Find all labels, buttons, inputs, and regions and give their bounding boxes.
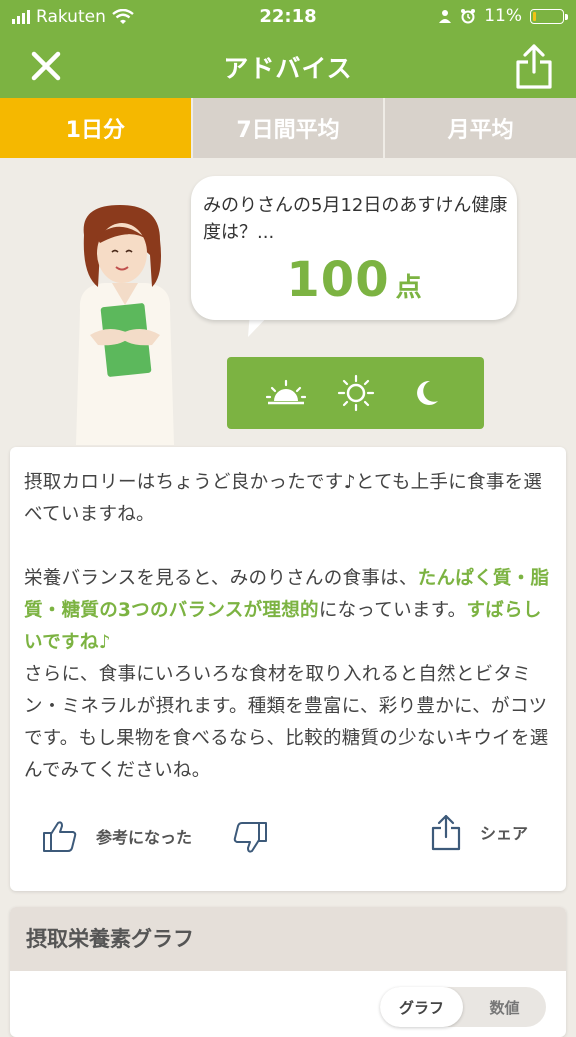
share-label: シェア (480, 824, 529, 843)
not-helpful-button[interactable] (232, 821, 268, 855)
night-icon[interactable] (406, 373, 446, 413)
share-button[interactable]: シェア (430, 813, 528, 851)
status-bar: Rakuten 22:18 11% (0, 0, 576, 34)
advice-paragraph-2: 栄養バランスを見ると、みのりさんの食事は、たんぱく質・脂質・糖質の3つのバランス… (24, 563, 554, 659)
thumbs-down-icon (233, 822, 267, 853)
tab-monthly-average[interactable]: 月平均 (383, 98, 576, 158)
meal-selector (227, 357, 484, 429)
morning-icon[interactable] (265, 373, 306, 413)
nutrient-graph-title: 摂取栄養素グラフ (10, 907, 566, 971)
tab-1day[interactable]: 1日分 (0, 98, 191, 158)
advice-paragraph-3: さらに、食事にいろいろな食材を取り入れると自然とビタミン・ミネラルが摂れます。種… (24, 664, 549, 781)
status-right: 11% (438, 6, 568, 26)
noon-icon[interactable] (336, 373, 376, 413)
score-bubble: みのりさんの5月12日のあすけん健康度は？... 100 点 (191, 176, 517, 320)
page-title: アドバイス (223, 54, 353, 83)
period-tabs: 1日分 7日間平均 月平均 (0, 98, 576, 158)
toggle-values[interactable]: 数値 (463, 987, 546, 1027)
battery-icon (530, 8, 568, 24)
nutrient-graph-card: 摂取栄養素グラフ グラフ 数値 (10, 907, 566, 1037)
nav-bar: アドバイス (0, 34, 576, 98)
helpful-button[interactable]: 参考になった (42, 819, 192, 853)
toggle-graph[interactable]: グラフ (380, 987, 463, 1027)
tab-7day-average[interactable]: 7日間平均 (190, 98, 384, 158)
share-icon (431, 814, 461, 851)
health-score: 100 点 (191, 252, 517, 308)
score-unit: 点 (395, 273, 422, 303)
advisor-avatar (76, 205, 174, 445)
battery-percent: 11% (484, 6, 522, 26)
person-icon (439, 10, 452, 23)
alarm-icon (461, 9, 476, 24)
advice-text-part: 栄養バランスを見ると、みのりさんの食事は、 (24, 568, 418, 589)
advice-paragraph-1: 摂取カロリーはちょうど良かったです♪とても上手に食事を選べていますね。 (24, 472, 543, 525)
share-icon[interactable] (514, 42, 554, 90)
score-value: 100 (286, 252, 390, 308)
graph-value-toggle: グラフ 数値 (380, 987, 546, 1027)
helpful-label: 参考になった (96, 828, 193, 847)
thumbs-up-icon (43, 821, 77, 852)
advice-actions: 参考になった シェア (10, 813, 566, 861)
advice-card: 摂取カロリーはちょうど良かったです♪とても上手に食事を選べていますね。 栄養バラ… (10, 447, 566, 891)
advice-text-part: になっています。 (318, 600, 467, 621)
health-question: みのりさんの5月12日のあすけん健康度は？... (203, 195, 508, 243)
advice-text: 摂取カロリーはちょうど良かったです♪とても上手に食事を選べていますね。 栄養バラ… (24, 467, 554, 787)
